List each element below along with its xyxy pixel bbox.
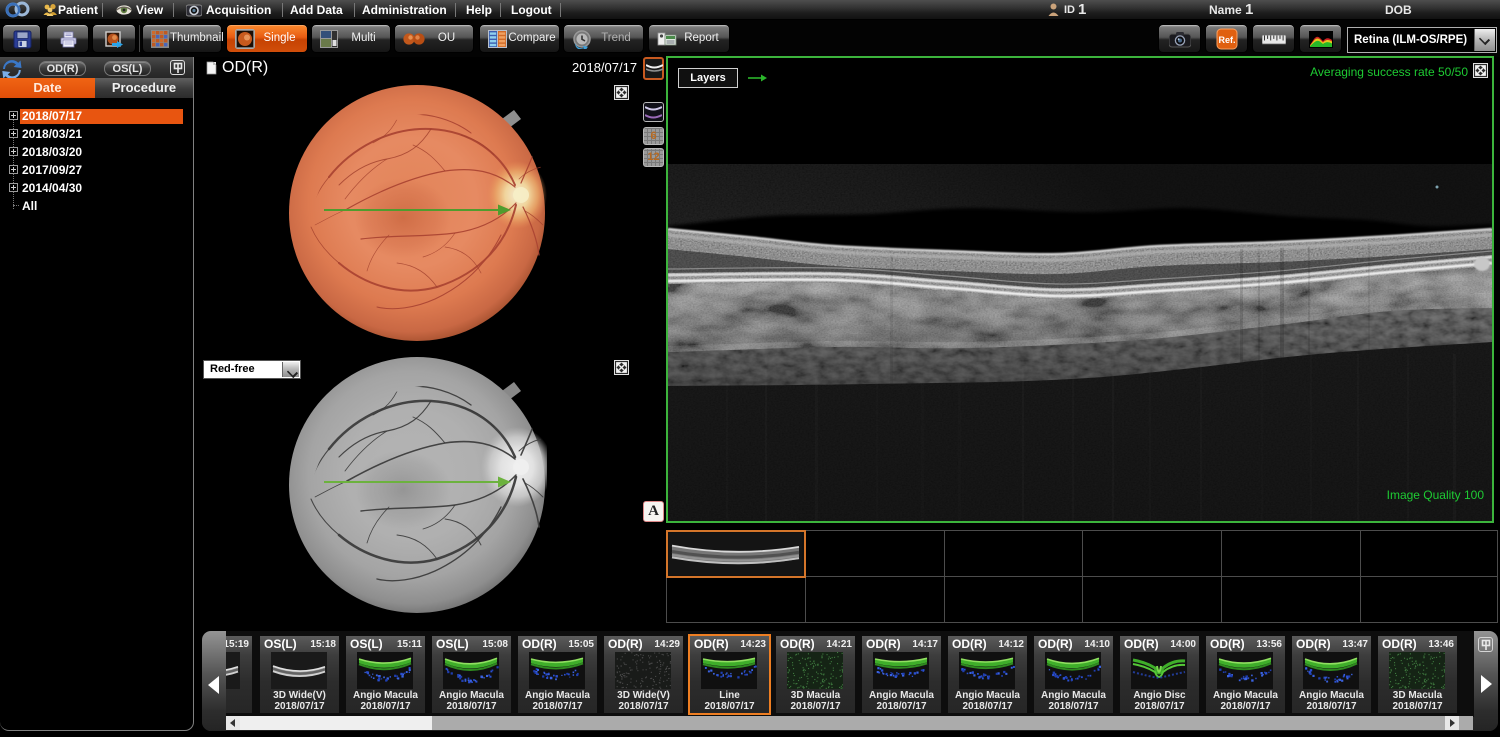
svg-text:Ref.: Ref. [1218,35,1235,45]
